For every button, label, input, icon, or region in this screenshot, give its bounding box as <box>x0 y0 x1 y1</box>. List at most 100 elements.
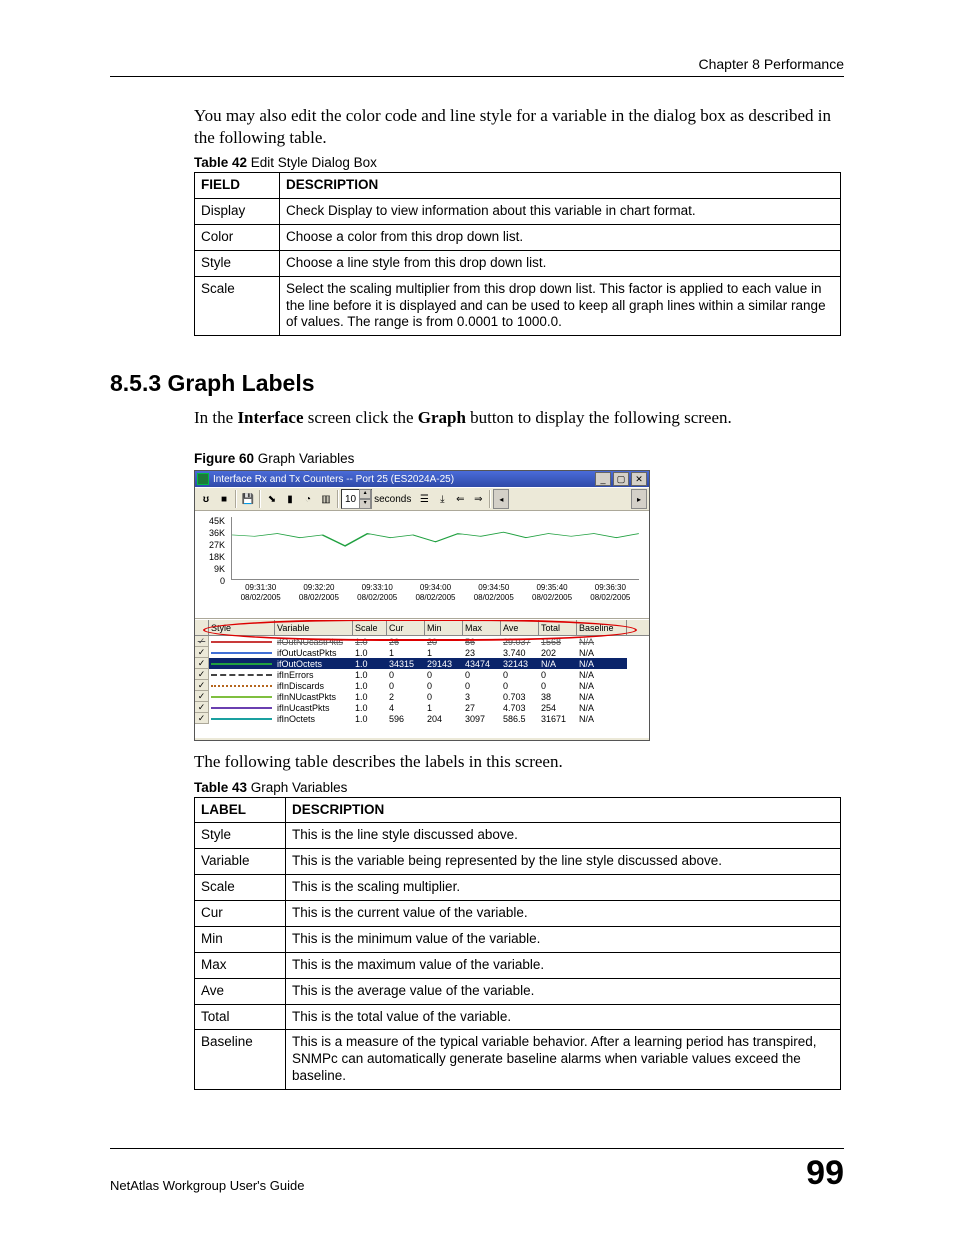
grid-row-min: 20 <box>425 636 463 647</box>
table-row: StyleThis is the line style discussed ab… <box>195 823 841 849</box>
table-view-icon[interactable]: ☰ <box>415 490 433 508</box>
grid-row-baseline: N/A <box>577 658 627 669</box>
line-chart-icon[interactable]: ⬊ <box>263 490 281 508</box>
grid-head-total[interactable]: Total <box>539 620 577 635</box>
table43-desc: This is the maximum value of the variabl… <box>286 952 841 978</box>
figure60-caption: Figure 60 Graph Variables <box>194 451 844 466</box>
grid-row-checkbox[interactable]: ✓ <box>195 647 209 658</box>
grid-row-scale: 1.0 <box>353 713 387 724</box>
table42-desc: Choose a line style from this drop down … <box>280 250 841 276</box>
x-tick-label: 09:34:5008/02/2005 <box>464 583 522 613</box>
grid-head-scale[interactable]: Scale <box>353 620 387 635</box>
scroll-right-icon[interactable]: ▸ <box>631 489 647 509</box>
table42-caption-text: Edit Style Dialog Box <box>247 155 377 170</box>
bar-chart-icon[interactable]: ▮ <box>281 490 299 508</box>
table43-label: Style <box>195 823 286 849</box>
grid-row[interactable]: ✓ifInNUcastPkts1.02030.70338N/A <box>195 691 649 702</box>
grid-row-max: 27 <box>463 702 501 713</box>
x-tick-label: 09:35:4008/02/2005 <box>522 583 580 613</box>
scroll-left-icon[interactable]: ◂ <box>493 489 509 509</box>
table-row: BaselineThis is a measure of the typical… <box>195 1030 841 1090</box>
table42-caption-num: Table 42 <box>194 155 247 170</box>
section-paragraph-frag: In the <box>194 408 237 427</box>
spinner-down-icon[interactable]: ▾ <box>359 499 371 509</box>
grid-row-checkbox[interactable]: ✓ <box>195 658 209 669</box>
grid-row-checkbox[interactable]: ✓ <box>195 702 209 713</box>
grid-head-min[interactable]: Min <box>425 620 463 635</box>
prev-page-icon[interactable]: ⇐ <box>451 490 469 508</box>
grid-row-max: 3 <box>463 691 501 702</box>
window-close-button[interactable]: ✕ <box>631 472 647 486</box>
section-paragraph-frag: button to display the following screen. <box>466 408 732 427</box>
grid-row-min: 0 <box>425 669 463 680</box>
stop-icon[interactable]: ■ <box>215 490 233 508</box>
grid-head-baseline[interactable]: Baseline <box>577 620 627 635</box>
table42-caption: Table 42 Edit Style Dialog Box <box>194 155 844 170</box>
grid-head-ave[interactable]: Ave <box>501 620 539 635</box>
grid-row-checkbox[interactable]: ✓ <box>195 680 209 691</box>
grid-row-baseline: N/A <box>577 669 627 680</box>
grid-row-total: 38 <box>539 691 577 702</box>
table42-field: Scale <box>195 276 280 336</box>
y-tick-label: 0 <box>201 575 225 587</box>
grid-row-total: 202 <box>539 647 577 658</box>
grid-row[interactable]: ✓ifInDiscards1.000000N/A <box>195 680 649 691</box>
spinner-up-icon[interactable]: ▴ <box>359 489 371 499</box>
grid-row-variable: ifOutOctets <box>275 658 353 669</box>
table42-field: Display <box>195 199 280 225</box>
pie-chart-icon[interactable]: ◔ <box>299 490 317 508</box>
window-minimize-button[interactable]: _ <box>595 472 611 486</box>
grid-row-scale: 1.0 <box>353 658 387 669</box>
grid-row-style <box>209 691 275 702</box>
grid-row[interactable]: ✓ifInUcastPkts1.041274.703254N/A <box>195 702 649 713</box>
table43-desc: This is the scaling multiplier. <box>286 875 841 901</box>
grid-row-variable: ifInDiscards <box>275 680 353 691</box>
grid-row[interactable]: ✓ifInErrors1.000000N/A <box>195 669 649 680</box>
grid-row-baseline: N/A <box>577 702 627 713</box>
stacked-chart-icon[interactable]: ▥ <box>317 490 335 508</box>
header-rule <box>110 76 844 77</box>
grid-row-checkbox[interactable]: ✓ <box>195 636 209 647</box>
export-icon[interactable]: ⤓ <box>433 490 451 508</box>
grid-head-cur[interactable]: Cur <box>387 620 425 635</box>
table43-head-label: LABEL <box>195 797 286 823</box>
table42-desc: Choose a color from this drop down list. <box>280 224 841 250</box>
reset-icon[interactable]: ʊ <box>197 490 215 508</box>
grid-row[interactable]: ✓ifOutNUcastPkts1.026205629.0371568N/A <box>195 636 649 647</box>
grid-row[interactable]: ✓ifOutOctets1.034315291434347432143N/AN/… <box>195 658 649 669</box>
table42-field: Color <box>195 224 280 250</box>
y-tick-label: 27K <box>201 539 225 551</box>
grid-row-total: 31671 <box>539 713 577 724</box>
table-row: MinThis is the minimum value of the vari… <box>195 926 841 952</box>
grid-row-cur: 2 <box>387 691 425 702</box>
window-maximize-button[interactable]: ▢ <box>613 472 629 486</box>
table42-desc: Select the scaling multiplier from this … <box>280 276 841 336</box>
grid-row-style <box>209 636 275 647</box>
variables-grid: Style Variable Scale Cur Min Max Ave Tot… <box>195 619 649 738</box>
grid-row-checkbox[interactable]: ✓ <box>195 691 209 702</box>
grid-row-ave: 32143 <box>501 658 539 669</box>
grid-row-variable: ifOutNUcastPkts <box>275 636 353 647</box>
grid-row-ave: 0 <box>501 680 539 691</box>
interval-spinner[interactable]: 10 ▴▾ <box>341 489 372 509</box>
grid-row[interactable]: ✓ifOutUcastPkts1.011233.740202N/A <box>195 647 649 658</box>
grid-row-cur: 596 <box>387 713 425 724</box>
grid-row[interactable]: ✓ifInOctets1.05962043097586.531671N/A <box>195 713 649 724</box>
save-icon[interactable]: 💾 <box>239 490 257 508</box>
grid-row-style <box>209 680 275 691</box>
grid-head-variable[interactable]: Variable <box>275 620 353 635</box>
grid-head-style[interactable]: Style <box>209 620 275 635</box>
next-page-icon[interactable]: ⇒ <box>469 490 487 508</box>
grid-row-cur: 34315 <box>387 658 425 669</box>
grid-head-max[interactable]: Max <box>463 620 501 635</box>
grid-row-min: 29143 <box>425 658 463 669</box>
grid-row-min: 0 <box>425 680 463 691</box>
y-tick-label: 45K <box>201 515 225 527</box>
grid-row-cur: 1 <box>387 647 425 658</box>
grid-row-checkbox[interactable]: ✓ <box>195 669 209 680</box>
grid-row-style <box>209 669 275 680</box>
grid-row-checkbox[interactable]: ✓ <box>195 713 209 724</box>
figure60-caption-num: Figure 60 <box>194 451 254 466</box>
grid-row-baseline: N/A <box>577 647 627 658</box>
grid-row-scale: 1.0 <box>353 680 387 691</box>
